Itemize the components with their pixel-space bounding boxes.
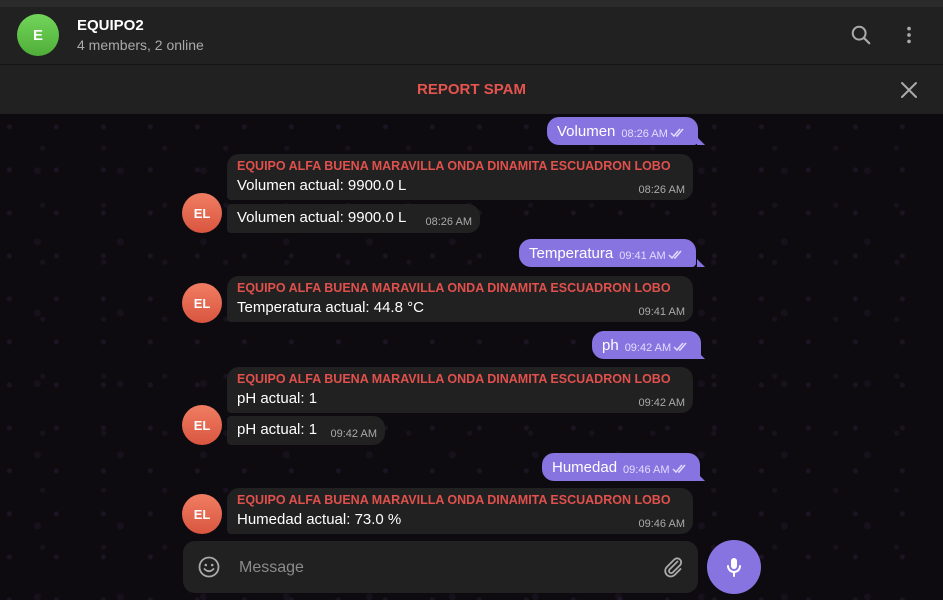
outgoing-message[interactable]: Volumen 08:26 AM bbox=[547, 117, 698, 145]
message-time: 09:42 AM bbox=[330, 428, 377, 440]
message-time: 09:42 AM bbox=[624, 341, 672, 354]
close-icon[interactable] bbox=[897, 78, 921, 102]
message-time: 09:41 AM bbox=[619, 249, 666, 262]
incoming-message[interactable]: EQUIPO ALFA BUENA MARAVILLA ONDA DINAMIT… bbox=[227, 154, 693, 200]
message-text: Volumen actual: 9900.0 L bbox=[237, 209, 407, 226]
bubble-tail bbox=[697, 259, 705, 267]
paperclip-icon[interactable] bbox=[661, 555, 685, 579]
incoming-message[interactable]: Volumen actual: 9900.0 L 08:26 AM bbox=[227, 204, 480, 233]
message-input[interactable] bbox=[237, 554, 651, 582]
window-top-edge bbox=[0, 0, 943, 7]
sender-name[interactable]: EQUIPO ALFA BUENA MARAVILLA ONDA DINAMIT… bbox=[237, 159, 671, 173]
bubble-tail bbox=[697, 351, 705, 359]
sender-name[interactable]: EQUIPO ALFA BUENA MARAVILLA ONDA DINAMIT… bbox=[237, 372, 671, 386]
message-time: 09:42 AM bbox=[638, 397, 685, 409]
message-text: ph bbox=[602, 336, 619, 354]
member-avatar[interactable]: EL bbox=[182, 283, 222, 323]
message-text: pH actual: 1 bbox=[237, 390, 318, 407]
incoming-message[interactable]: EQUIPO ALFA BUENA MARAVILLA ONDA DINAMIT… bbox=[227, 488, 693, 534]
chat-member-status: 4 members, 2 online bbox=[77, 37, 204, 53]
sender-name[interactable]: EQUIPO ALFA BUENA MARAVILLA ONDA DINAMIT… bbox=[237, 493, 671, 507]
bubble-tail bbox=[697, 473, 705, 481]
message-time: 09:41 AM bbox=[638, 306, 685, 318]
member-avatar[interactable]: EL bbox=[182, 405, 222, 445]
member-avatar[interactable]: EL bbox=[182, 494, 222, 534]
report-spam-bar: REPORT SPAM bbox=[0, 65, 943, 114]
more-options-button[interactable] bbox=[895, 21, 923, 49]
message-text: Volumen bbox=[557, 122, 616, 140]
message-text: Humedad actual: 73.0 % bbox=[237, 511, 402, 528]
message-text: Humedad bbox=[552, 458, 618, 476]
message-time: 08:26 AM bbox=[638, 184, 685, 196]
message-composer bbox=[183, 541, 698, 593]
report-spam-button[interactable]: REPORT SPAM bbox=[417, 81, 526, 98]
outgoing-message[interactable]: ph 09:42 AM bbox=[592, 331, 702, 359]
voice-record-button[interactable] bbox=[707, 540, 761, 594]
double-check-icon bbox=[668, 250, 682, 260]
double-check-icon bbox=[670, 128, 684, 138]
bubble-tail bbox=[697, 137, 705, 145]
microphone-icon bbox=[727, 558, 741, 577]
message-text: pH actual: 1 bbox=[237, 421, 318, 438]
search-button[interactable] bbox=[847, 21, 875, 49]
sender-name[interactable]: EQUIPO ALFA BUENA MARAVILLA ONDA DINAMIT… bbox=[237, 281, 671, 295]
search-icon bbox=[851, 25, 871, 45]
message-time: 09:46 AM bbox=[623, 463, 670, 476]
incoming-message[interactable]: pH actual: 1 09:42 AM bbox=[227, 416, 385, 445]
chat-header: E EQUIPO2 4 members, 2 online bbox=[0, 7, 943, 65]
incoming-message[interactable]: EQUIPO ALFA BUENA MARAVILLA ONDA DINAMIT… bbox=[227, 367, 693, 413]
double-check-icon bbox=[673, 342, 687, 352]
message-text: Temperatura bbox=[529, 244, 614, 262]
incoming-message[interactable]: EQUIPO ALFA BUENA MARAVILLA ONDA DINAMIT… bbox=[227, 276, 693, 322]
double-check-icon bbox=[672, 464, 686, 474]
message-time: 09:46 AM bbox=[638, 518, 685, 530]
outgoing-message[interactable]: Temperatura 09:41 AM bbox=[519, 239, 696, 267]
group-avatar[interactable]: E bbox=[17, 14, 59, 56]
outgoing-message[interactable]: Humedad 09:46 AM bbox=[542, 453, 700, 481]
more-vertical-icon bbox=[907, 26, 911, 44]
message-time: 08:26 AM bbox=[425, 216, 472, 228]
message-list[interactable]: Volumen 08:26 AM EQUIPO ALFA BUENA MARAV… bbox=[0, 114, 943, 600]
smile-icon[interactable] bbox=[197, 555, 221, 579]
member-avatar[interactable]: EL bbox=[182, 193, 222, 233]
message-time: 08:26 AM bbox=[621, 127, 668, 140]
chat-title[interactable]: EQUIPO2 bbox=[77, 17, 144, 34]
message-text: Temperatura actual: 44.8 °C bbox=[237, 299, 424, 316]
message-text: Volumen actual: 9900.0 L bbox=[237, 177, 407, 194]
